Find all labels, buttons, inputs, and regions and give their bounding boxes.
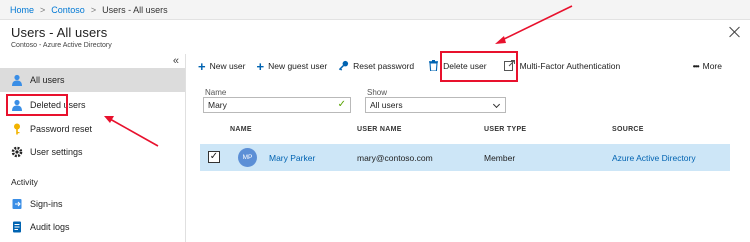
mfa-button[interactable]: Multi-Factor Authentication	[503, 59, 621, 73]
close-icon[interactable]	[728, 25, 742, 39]
show-filter-label: Show	[367, 88, 388, 97]
name-filter-value: Mary	[208, 100, 227, 110]
checkmark-icon: ✓	[337, 99, 346, 110]
reset-password-label: Reset password	[353, 61, 415, 71]
show-filter-select[interactable]: All users	[365, 97, 506, 113]
mfa-label: Multi-Factor Authentication	[519, 61, 621, 71]
trash-icon	[429, 59, 439, 73]
column-header-source[interactable]: SOURCE	[612, 126, 644, 133]
sidebar-item-all-users[interactable]: All users	[0, 68, 185, 92]
user-display-name[interactable]: Mary Parker	[269, 153, 315, 163]
more-button[interactable]: ••• More	[693, 61, 722, 71]
sidebar-item-label: User settings	[30, 147, 83, 157]
breadcrumb: Home > Contoso > Users - All users	[0, 0, 750, 20]
user-icon	[11, 74, 23, 86]
column-header-user-type[interactable]: USER TYPE	[484, 126, 526, 133]
reset-password-button[interactable]: Reset password	[338, 60, 414, 73]
blade-header: Users - All users Contoso - Azure Active…	[0, 20, 750, 54]
breadcrumb-separator: >	[90, 4, 97, 15]
name-filter-input[interactable]: Mary ✓	[203, 97, 351, 113]
breadcrumb-contoso[interactable]: Contoso	[51, 5, 85, 15]
breadcrumb-current: Users - All users	[102, 4, 168, 15]
sidebar-item-sign-ins[interactable]: Sign-ins	[0, 192, 185, 216]
sidebar-section-activity: Activity	[11, 177, 38, 187]
plus-icon: +	[198, 58, 206, 74]
user-type: Member	[484, 153, 516, 163]
sidebar-item-label: All users	[30, 75, 65, 85]
collapse-sidebar-icon[interactable]: «	[173, 55, 179, 67]
breadcrumb-separator: >	[40, 4, 46, 15]
table-row[interactable]: ✓ MP Mary Parker mary@contoso.com Member…	[200, 144, 730, 171]
column-header-user-name[interactable]: USER NAME	[357, 126, 402, 133]
sidebar: « All users Deleted users Password reset…	[0, 54, 186, 242]
user-source[interactable]: Azure Active Directory	[612, 153, 696, 163]
page-subtitle: Contoso - Azure Active Directory	[11, 42, 112, 49]
sidebar-item-password-reset[interactable]: Password reset	[0, 117, 185, 141]
sidebar-item-label: Sign-ins	[30, 199, 63, 209]
key-icon	[338, 60, 349, 73]
new-guest-user-button[interactable]: + New guest user	[257, 60, 328, 73]
gear-icon	[11, 146, 23, 158]
highlight-delete-user	[440, 51, 518, 82]
show-filter-value: All users	[370, 100, 403, 110]
more-label: More	[702, 61, 722, 71]
new-guest-user-label: New guest user	[268, 61, 328, 71]
new-user-button[interactable]: + New user	[198, 60, 246, 73]
breadcrumb-home[interactable]: Home	[10, 5, 34, 15]
row-checkbox[interactable]: ✓	[208, 151, 220, 163]
name-filter-label: Name	[205, 88, 227, 97]
key-icon	[11, 123, 23, 135]
chevron-down-icon	[492, 100, 501, 109]
column-header-name[interactable]: NAME	[230, 126, 252, 133]
sidebar-item-label: Audit logs	[30, 222, 70, 232]
sidebar-item-label: Password reset	[30, 124, 93, 134]
sidebar-item-audit-logs[interactable]: Audit logs	[0, 215, 185, 239]
highlight-deleted-users	[6, 94, 68, 116]
new-user-label: New user	[209, 61, 246, 71]
ellipsis-icon: •••	[692, 61, 700, 71]
plus-icon: +	[256, 58, 265, 74]
sign-in-icon	[11, 198, 23, 210]
page-title: Users - All users	[11, 25, 108, 40]
avatar: MP	[238, 148, 257, 167]
audit-log-icon	[11, 221, 23, 233]
sidebar-item-user-settings[interactable]: User settings	[0, 140, 185, 164]
user-principal-name: mary@contoso.com	[357, 153, 433, 163]
